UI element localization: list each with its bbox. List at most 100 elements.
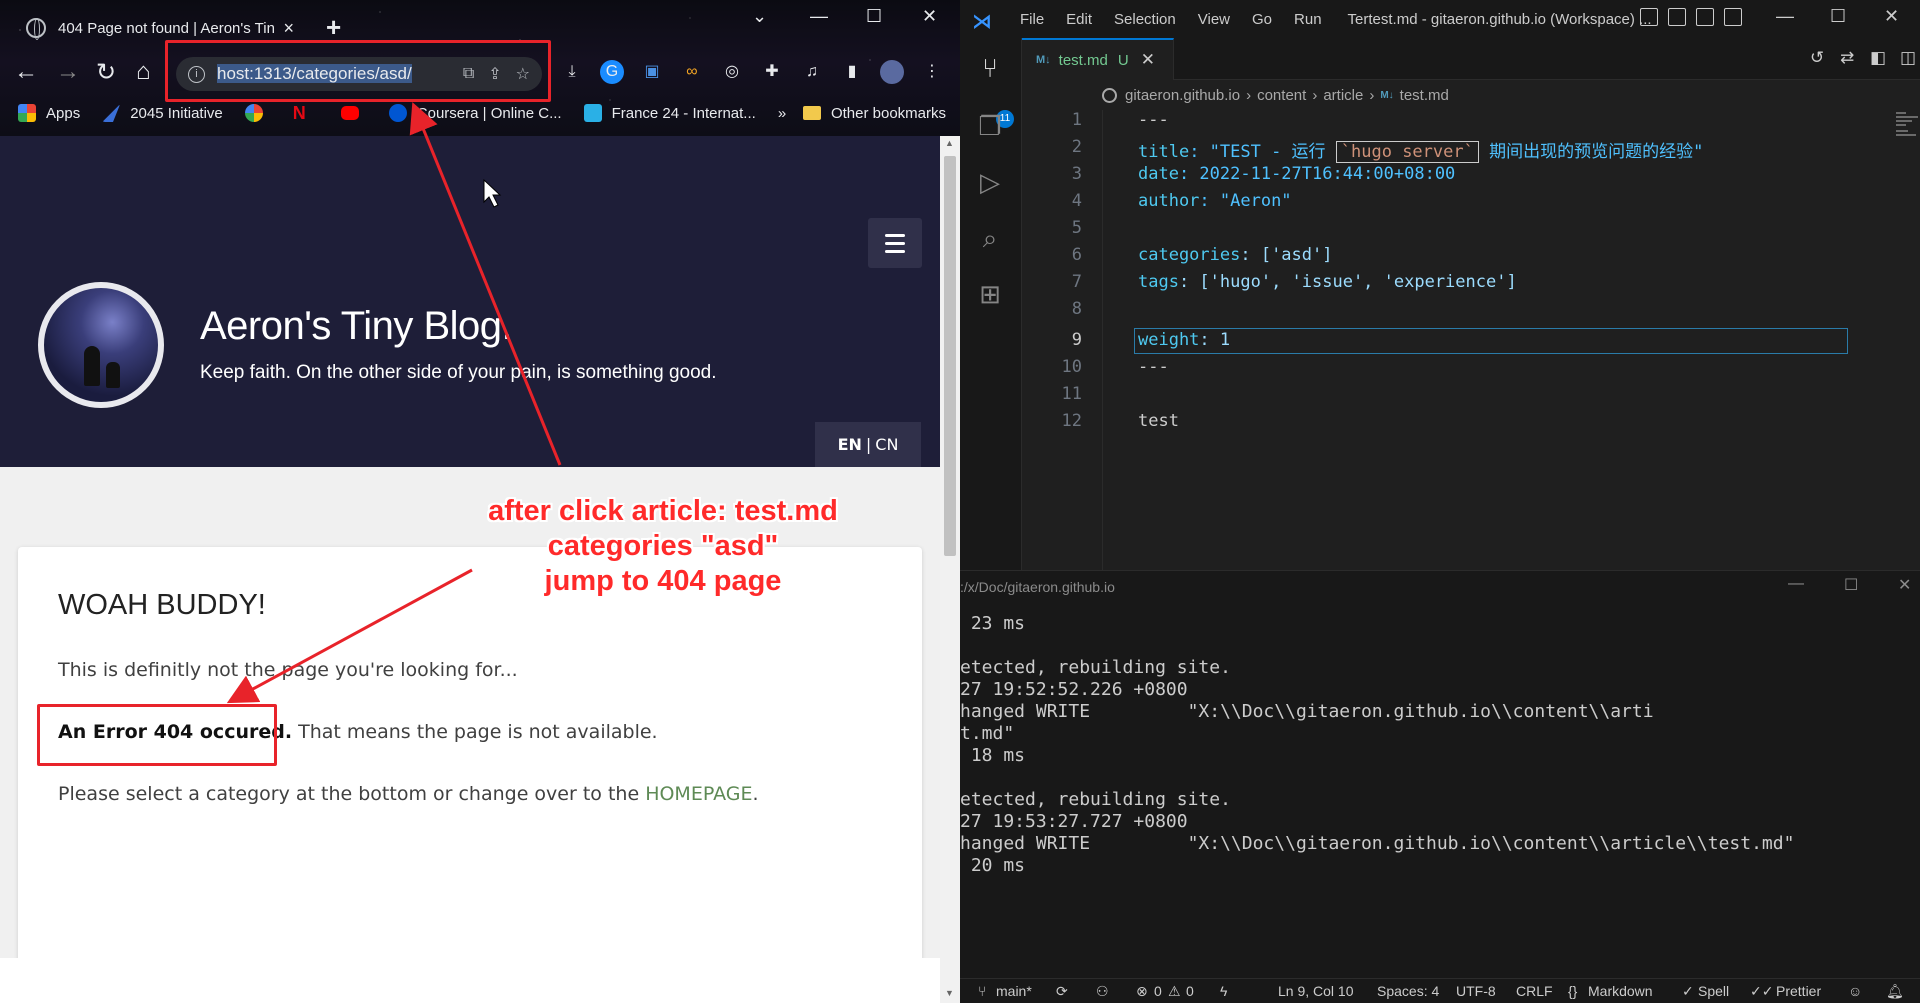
braces-icon: {} [1568, 983, 1578, 999]
profile-avatar-icon[interactable] [880, 60, 904, 84]
panel-close-icon[interactable]: ✕ [1898, 575, 1911, 595]
vs-minimize-icon[interactable]: — [1776, 6, 1794, 27]
close-window-icon[interactable]: ✕ [922, 6, 937, 27]
feedback-icon[interactable]: ☺ [1848, 983, 1862, 999]
tab-close-icon[interactable]: ✕ [1141, 50, 1155, 70]
run-debug-icon[interactable]: ▷ [974, 166, 1006, 198]
code-line[interactable]: tags: ['hugo', 'issue', 'experience'] [1138, 272, 1517, 292]
breadcrumb-file[interactable]: test.md [1400, 87, 1449, 104]
reload-icon[interactable]: ↻ [96, 58, 116, 87]
menu-file[interactable]: File [1020, 11, 1044, 28]
panel-minimize-icon[interactable]: — [1788, 575, 1804, 593]
bookmark-france24[interactable]: France 24 - Internat... [583, 104, 756, 122]
split-editor-icon[interactable]: ◫ [1900, 48, 1916, 68]
scroll-thumb[interactable] [944, 156, 956, 556]
lang-en[interactable]: EN [838, 435, 862, 454]
breadcrumb-article[interactable]: article [1323, 87, 1363, 104]
code-line[interactable]: title: "TEST - 运行 `hugo server` 期间出现的预览问… [1138, 137, 1703, 163]
terminal-panel[interactable]: :/x/Doc/gitaeron.github.io — ☐ ✕ 23 ms e… [960, 570, 1920, 978]
hamburger-menu-icon[interactable] [868, 218, 922, 268]
status-position[interactable]: Ln 9, Col 10 [1278, 983, 1354, 999]
menu-run[interactable]: Run [1294, 11, 1322, 28]
status-encoding[interactable]: UTF-8 [1456, 983, 1496, 999]
maximize-icon[interactable]: ☐ [866, 6, 882, 27]
grammarly-icon[interactable]: G [600, 60, 624, 84]
puzzle-icon[interactable]: ✚ [760, 60, 784, 84]
code-line[interactable]: --- [1138, 357, 1169, 377]
other-bookmarks[interactable]: Other bookmarks [802, 98, 946, 128]
search-icon[interactable]: ⌕ [974, 222, 1006, 254]
notifications-icon[interactable]: 🔔︎ [1886, 983, 1904, 1000]
bookmark-netflix[interactable]: N [293, 104, 321, 122]
status-spaces[interactable]: Spaces: 4 [1377, 983, 1439, 999]
vs-maximize-icon[interactable]: ☐ [1830, 6, 1846, 27]
status-eol[interactable]: CRLF [1516, 983, 1553, 999]
status-errors[interactable]: 0 [1154, 983, 1162, 999]
code-line[interactable]: weight: 1 [1138, 330, 1230, 350]
breadcrumb-repo[interactable]: gitaeron.github.io [1125, 87, 1240, 104]
layout-secondary-icon[interactable] [1696, 8, 1714, 26]
scroll-up-icon[interactable]: ▲ [945, 138, 954, 148]
code-editor[interactable]: 1 --- 2 title: "TEST - 运行 `hugo server` … [1022, 110, 1920, 570]
sync-icon[interactable]: ⟳ [1056, 983, 1068, 1000]
lightning-icon[interactable]: ϟ [1220, 983, 1227, 999]
home-icon[interactable]: ⌂ [136, 58, 151, 86]
bookmarks-overflow[interactable]: » [778, 105, 786, 122]
code-line[interactable]: test [1138, 411, 1179, 431]
breadcrumb-content[interactable]: content [1257, 87, 1306, 104]
editor-tabs: M↓ test.md U ✕ ↺ ⇄ ◧ ◫ … [1022, 38, 1920, 80]
status-warnings[interactable]: 0 [1186, 983, 1194, 999]
page-scrollbar[interactable]: ▲ ▼ [940, 136, 960, 1003]
glasses-icon[interactable]: ◎ [720, 60, 744, 84]
terminal-line: t.md" [960, 723, 1015, 744]
scroll-down-icon[interactable]: ▼ [945, 988, 954, 998]
extensions-icon[interactable]: ⊞ [974, 278, 1006, 310]
minimize-icon[interactable]: — [810, 6, 828, 27]
menu-view[interactable]: View [1198, 11, 1230, 28]
bookmark-apps[interactable]: Apps [18, 104, 80, 122]
back-icon[interactable]: ← [14, 58, 38, 86]
layout-sidebar-icon[interactable] [1640, 8, 1658, 26]
live-share-icon[interactable]: ⚇ [1096, 983, 1109, 1000]
source-control-icon[interactable]: ⑂ [974, 52, 1006, 84]
sidepanel-icon[interactable]: ▮ [840, 60, 864, 84]
menu-go[interactable]: Go [1252, 11, 1272, 28]
code-line[interactable]: date: 2022-11-27T16:44:00+08:00 [1138, 164, 1455, 184]
layout-panel-icon[interactable] [1668, 8, 1686, 26]
timeline-icon[interactable]: ↺ [1810, 48, 1824, 68]
tab-close-icon[interactable]: × [283, 18, 294, 39]
menu-edit[interactable]: Edit [1066, 11, 1092, 28]
more-menu-icon[interactable]: ⋮ [920, 60, 944, 84]
menu-selection[interactable]: Selection [1114, 11, 1176, 28]
status-language[interactable]: Markdown [1588, 983, 1653, 999]
layout-custom-icon[interactable] [1724, 8, 1742, 26]
media-icon[interactable]: ♫ [800, 60, 824, 84]
code-line[interactable]: author: "Aeron" [1138, 191, 1292, 211]
extension-doc-icon[interactable]: ▣ [640, 60, 664, 84]
homepage-link[interactable]: HOMEPAGE [645, 783, 752, 805]
compare-icon[interactable]: ⇄ [1840, 48, 1854, 68]
status-branch[interactable]: main* [996, 983, 1032, 999]
code-line[interactable]: --- [1138, 110, 1169, 130]
bookmark-google[interactable] [244, 104, 273, 122]
download-icon[interactable]: ⤓ [560, 60, 584, 84]
panel-maximize-icon[interactable]: ☐ [1844, 575, 1858, 595]
infinity-icon[interactable]: ∞ [680, 60, 704, 84]
branch-icon: ⑂ [978, 983, 987, 999]
lang-cn[interactable]: CN [875, 435, 898, 454]
tab-test-md[interactable]: M↓ test.md U ✕ [1022, 38, 1174, 80]
status-prettier[interactable]: Prettier [1776, 983, 1821, 999]
minimap[interactable] [1896, 110, 1920, 570]
explorer-icon[interactable]: ❐ [974, 110, 1006, 142]
status-spell[interactable]: Spell [1698, 983, 1729, 999]
new-tab-button[interactable]: + [326, 12, 341, 43]
site-title[interactable]: Aeron's Tiny Blog. [200, 304, 513, 349]
forward-icon[interactable]: → [56, 58, 80, 86]
vs-close-icon[interactable]: ✕ [1884, 6, 1899, 27]
tab-search-icon[interactable]: ⌄ [752, 6, 767, 27]
bookmark-2045[interactable]: 2045 Initiative [102, 104, 223, 122]
preview-icon[interactable]: ◧ [1870, 48, 1886, 68]
bookmark-youtube[interactable] [340, 106, 369, 120]
code-line[interactable]: categories: ['asd'] [1138, 245, 1332, 265]
bookmark-coursera[interactable]: Coursera | Online C... [388, 104, 562, 122]
